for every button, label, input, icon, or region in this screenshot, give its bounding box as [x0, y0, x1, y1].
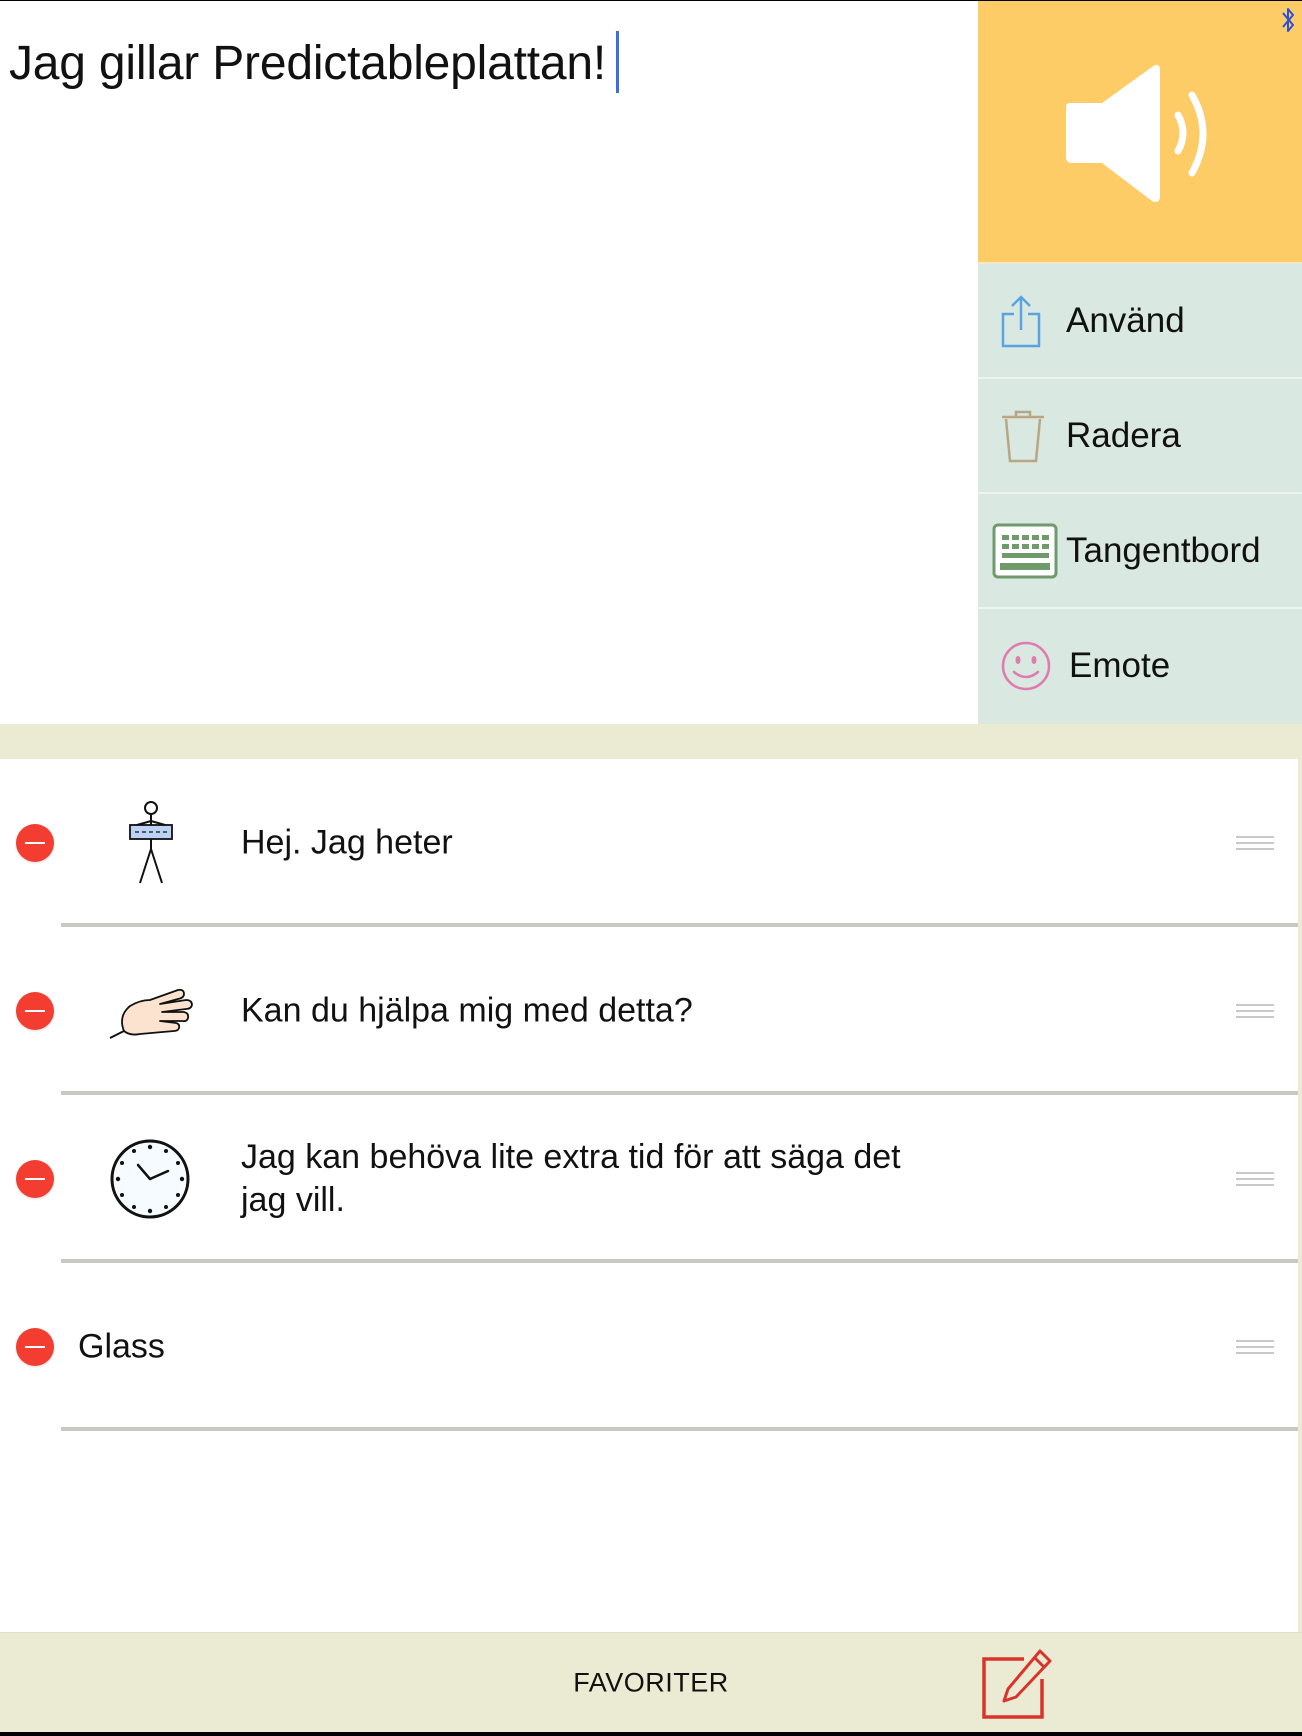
delete-label: Radera: [1066, 415, 1181, 455]
delete-item-button[interactable]: [16, 824, 54, 862]
section-divider: [0, 724, 1302, 759]
message-text: Jag gillar Predictableplattan!: [9, 37, 607, 90]
message-text-line: Jag gillar Predictableplattan!: [9, 31, 620, 93]
item-text-line: Jag kan behöva lite extra tid för att sä…: [241, 1138, 901, 1176]
item-text-line: Glass: [78, 1327, 165, 1366]
app-screen: Jag gillar Predictableplattan! Använd Ra…: [0, 1, 1302, 1732]
keyboard-button[interactable]: Tangentbord: [978, 494, 1302, 609]
list-item[interactable]: Jag kan behöva lite extra tid för att sä…: [0, 1095, 1298, 1263]
reorder-handle[interactable]: [1236, 836, 1274, 850]
delete-item-button[interactable]: [16, 1160, 54, 1198]
helping-hand-icon: [109, 988, 193, 1039]
keyboard-icon: [992, 523, 1058, 578]
item-text-line: jag vill.: [241, 1181, 345, 1219]
delete-item-button[interactable]: [16, 1328, 54, 1366]
smiley-icon: [1001, 641, 1051, 690]
edit-icon[interactable]: [980, 1649, 1052, 1721]
use-label: Använd: [1066, 300, 1185, 340]
emote-label: Emote: [1069, 645, 1171, 685]
share-icon: [1001, 294, 1041, 347]
item-text: Jag kan behöva lite extra tid för att sä…: [241, 1136, 901, 1222]
emote-button[interactable]: Emote: [978, 609, 1302, 722]
item-text: Kan du hjälpa mig med detta?: [241, 990, 693, 1033]
list-edge: [1298, 759, 1302, 1632]
clock-icon: [110, 1139, 190, 1219]
delete-text-button[interactable]: Radera: [978, 379, 1302, 494]
reorder-handle[interactable]: [1236, 1004, 1274, 1018]
trash-icon: [1002, 410, 1044, 462]
item-text: Hej. Jag heter: [241, 822, 453, 865]
use-button[interactable]: Använd: [978, 264, 1302, 379]
message-text-area[interactable]: Jag gillar Predictableplattan!: [0, 1, 978, 724]
favorites-list: Hej. Jag heter Kan du hjälpa mig med det…: [0, 759, 1298, 1632]
text-cursor: [616, 31, 620, 93]
reorder-handle[interactable]: [1236, 1172, 1274, 1186]
list-item[interactable]: Glass: [0, 1263, 1298, 1431]
delete-item-button[interactable]: [16, 992, 54, 1030]
speaker-icon: [1066, 64, 1207, 203]
item-text-line: Kan du hjälpa mig med detta?: [241, 991, 693, 1030]
item-text: Glass: [78, 1326, 165, 1369]
list-item[interactable]: Hej. Jag heter: [0, 759, 1298, 927]
action-panel: Använd Radera Tangentbord Emote: [978, 1, 1302, 724]
keyboard-label: Tangentbord: [1066, 530, 1261, 570]
list-item[interactable]: Kan du hjälpa mig med detta?: [0, 927, 1298, 1095]
favorites-tab[interactable]: FAVORITER: [0, 1668, 1302, 1699]
bluetooth-icon: [1282, 8, 1294, 32]
speak-button[interactable]: [978, 1, 1302, 264]
bottom-bar: FAVORITER: [0, 1632, 1302, 1732]
item-text-line: Hej. Jag heter: [241, 823, 453, 862]
person-name-tag-icon: [129, 801, 173, 884]
reorder-handle[interactable]: [1236, 1340, 1274, 1354]
row-separator: [61, 1427, 1298, 1431]
